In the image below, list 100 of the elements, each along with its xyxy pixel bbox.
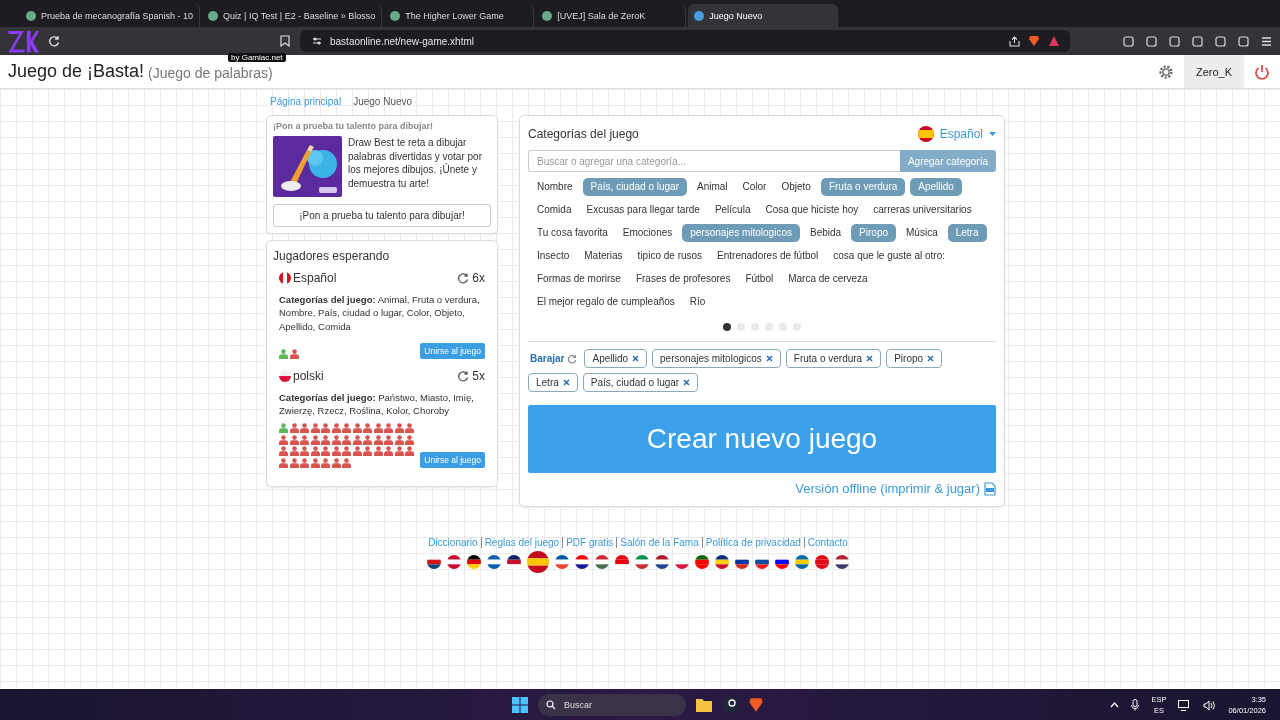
remove-icon[interactable] bbox=[562, 379, 570, 386]
volume-icon[interactable] bbox=[1203, 699, 1217, 711]
flag-icon[interactable] bbox=[427, 555, 441, 569]
category-chip[interactable]: Entrenadores de fútbol bbox=[712, 247, 824, 265]
flag-icon[interactable] bbox=[735, 555, 749, 569]
category-chip[interactable]: El mejor regalo de cumpleaños bbox=[532, 293, 680, 311]
category-chip[interactable]: Formas de morirse bbox=[532, 270, 626, 288]
waiting-title: Jugadores esperando bbox=[273, 249, 391, 263]
flag-icon[interactable] bbox=[775, 555, 789, 569]
remove-icon[interactable] bbox=[866, 355, 874, 362]
logo-icon[interactable] bbox=[6, 28, 40, 54]
promo-heading: ¡Pon a prueba tu talento para dibujar! bbox=[273, 121, 434, 131]
remove-icon[interactable] bbox=[683, 379, 691, 386]
game-categories: Categorías del juego: Animal, Fruta o verdura, Nombre, País, ciudad o lugar, Color, Objeto, Apellido, Comida bbox=[279, 293, 481, 333]
flag-icon bbox=[279, 369, 291, 382]
game-language: polski bbox=[293, 368, 324, 383]
flag-icon[interactable] bbox=[695, 555, 709, 569]
browser-tab[interactable]: Juego Nuevo bbox=[688, 4, 839, 27]
remove-icon[interactable] bbox=[927, 355, 935, 362]
round-count: 6x bbox=[472, 271, 485, 285]
chevron-icon[interactable] bbox=[1110, 702, 1120, 708]
category-chip[interactable]: Río bbox=[684, 293, 711, 311]
triangle-icon[interactable] bbox=[1048, 35, 1060, 47]
remove-icon[interactable] bbox=[632, 355, 640, 362]
toolbar-icon[interactable] bbox=[1215, 35, 1226, 47]
category-chip[interactable]: cosa que le guste al otro: bbox=[828, 247, 951, 265]
settings-icon[interactable] bbox=[1157, 63, 1174, 80]
share-icon[interactable] bbox=[1009, 35, 1020, 47]
flag-icon bbox=[279, 272, 291, 284]
refresh-icon[interactable] bbox=[567, 353, 578, 364]
refresh-icon bbox=[457, 369, 470, 382]
site-info-icon[interactable] bbox=[312, 36, 322, 46]
category-chip[interactable]: Película bbox=[709, 201, 756, 219]
draw-button[interactable]: ¡Pon a prueba tu talento para dibujar! bbox=[273, 204, 491, 227]
bookmark-icon[interactable] bbox=[280, 35, 290, 47]
flag-icon[interactable] bbox=[555, 555, 569, 569]
category-search-field[interactable]: Buscar o agregar una categoría... bbox=[528, 150, 900, 172]
category-tag: Piropo bbox=[886, 349, 943, 368]
category-chip[interactable]: Nombre bbox=[532, 178, 578, 196]
category-chip[interactable]: Bebida bbox=[804, 224, 847, 242]
flag-icon[interactable] bbox=[507, 555, 521, 569]
flag-icon[interactable] bbox=[527, 551, 549, 573]
category-chip[interactable]: Frases de profesores bbox=[630, 270, 736, 288]
game-language: Español bbox=[293, 271, 337, 285]
category-chip[interactable]: carreras universitarios bbox=[868, 201, 977, 219]
power-icon[interactable] bbox=[1254, 63, 1270, 80]
refresh-icon bbox=[457, 272, 470, 284]
category-chip[interactable]: Cosa que hiciste hoy bbox=[760, 201, 864, 219]
category-tag: Letra bbox=[528, 373, 578, 392]
breadcrumb-current: Juego Nuevo bbox=[353, 95, 413, 107]
credit-label: by Gamiac.net bbox=[228, 53, 286, 62]
page-dot[interactable] bbox=[723, 323, 731, 331]
windows-icon[interactable] bbox=[512, 697, 528, 713]
microphone-icon[interactable] bbox=[1131, 699, 1140, 711]
taskbar-search-bar[interactable]: Buscar bbox=[538, 694, 686, 716]
user-name[interactable]: Zero_K bbox=[1183, 55, 1244, 88]
shuffle-button[interactable]: Barajar bbox=[528, 353, 580, 364]
card-title: Categorías del juego bbox=[528, 127, 639, 141]
category-chip[interactable]: Color bbox=[737, 178, 772, 196]
category-chip[interactable]: Objeto bbox=[776, 178, 816, 196]
folder-icon[interactable] bbox=[696, 698, 712, 712]
steam-icon[interactable] bbox=[722, 697, 738, 713]
reload-icon[interactable] bbox=[48, 35, 60, 47]
toolbar-icon[interactable] bbox=[1146, 35, 1157, 47]
flag-icon[interactable] bbox=[487, 555, 501, 569]
category-chip[interactable]: Marca de cerveza bbox=[783, 270, 873, 288]
search-icon[interactable] bbox=[546, 700, 556, 710]
pdf-icon[interactable] bbox=[984, 481, 996, 496]
category-tag: Fruta o verdura bbox=[785, 349, 882, 368]
category-chip[interactable]: Tu cosa favorita bbox=[532, 224, 613, 242]
game-categories: Categorías del juego: Państwo, Miasto, Imię, Zwierzę, Rzecz, Roślina, Kolor, Choroby bbox=[279, 390, 475, 418]
round-count: 5x bbox=[472, 368, 485, 383]
page-subtitle: (Juego de palabras) bbox=[148, 65, 273, 81]
network-icon[interactable] bbox=[1178, 699, 1192, 711]
category-chip[interactable]: Emociones bbox=[617, 224, 678, 242]
category-tag: personajes mitologicos bbox=[652, 349, 781, 368]
caret-icon[interactable] bbox=[989, 132, 996, 136]
page-title: Juego de ¡Basta! bbox=[8, 61, 145, 82]
taskbar-search-field[interactable]: Buscar bbox=[562, 699, 646, 711]
toolbar-icon[interactable] bbox=[1192, 35, 1203, 47]
flag-icon[interactable] bbox=[467, 555, 481, 569]
menu-icon[interactable] bbox=[1261, 35, 1272, 47]
toolbar-icon[interactable] bbox=[1169, 35, 1180, 47]
flag-icon[interactable] bbox=[715, 555, 729, 569]
flag-icon[interactable] bbox=[575, 555, 589, 569]
remove-icon[interactable] bbox=[765, 355, 773, 362]
category-chip[interactable]: Excusas para llegar tarde bbox=[581, 201, 705, 219]
promo-text: Draw Best te reta a dibujar palabras divertidas y votar por los mejores dibujos. ¡Únete y demuestra tu arte! bbox=[348, 136, 483, 191]
flag-icon bbox=[917, 126, 934, 142]
flag-icon[interactable] bbox=[655, 555, 669, 569]
category-chip[interactable]: Música bbox=[901, 224, 943, 242]
category-chip[interactable]: Fútbol bbox=[740, 270, 779, 288]
flag-icon[interactable] bbox=[835, 555, 849, 569]
category-chip[interactable]: Insecto bbox=[532, 247, 575, 265]
category-chip[interactable]: Comida bbox=[532, 201, 577, 219]
toolbar-icon[interactable] bbox=[1123, 35, 1134, 47]
category-chip[interactable]: Animal bbox=[691, 178, 733, 196]
category-chip[interactable]: tipico de rusos bbox=[632, 247, 708, 265]
toolbar-icon[interactable] bbox=[1238, 35, 1249, 47]
category-chip[interactable]: Materias bbox=[579, 247, 628, 265]
